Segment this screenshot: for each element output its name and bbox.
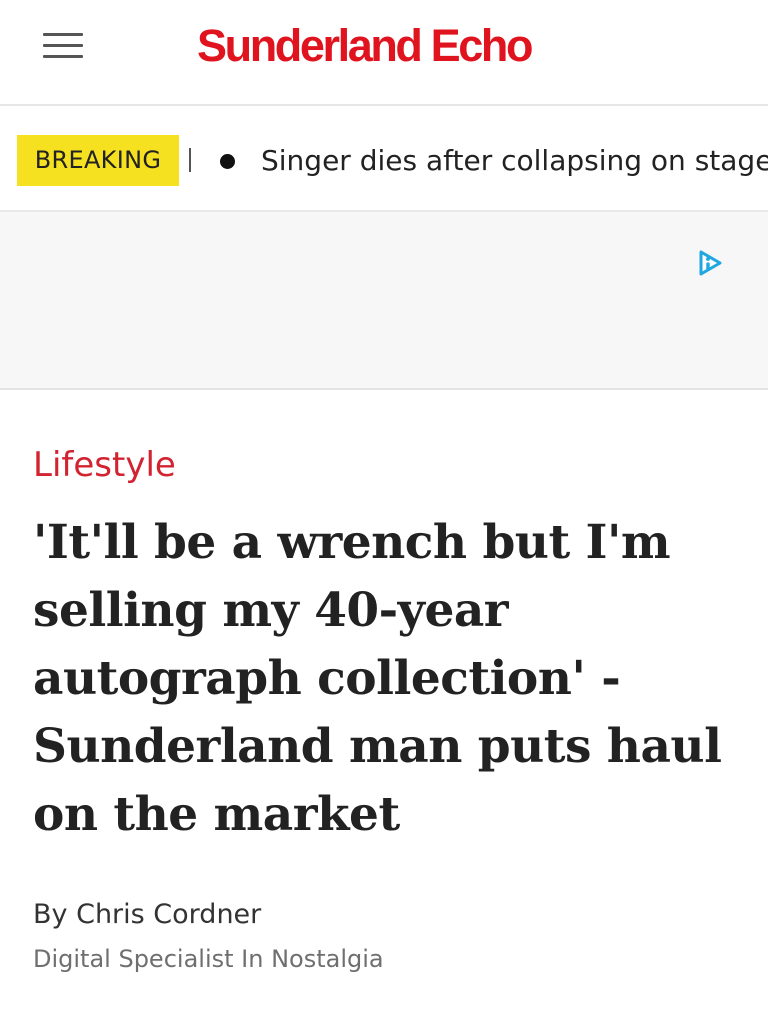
menu-line: [43, 33, 83, 36]
byline-prefix: By: [33, 899, 77, 930]
author-link[interactable]: Chris Cordner: [76, 899, 261, 930]
hamburger-menu-icon[interactable]: [43, 31, 83, 59]
bullet-dot-icon: [220, 154, 235, 169]
author-role: Digital Specialist In Nostalgia: [33, 945, 384, 973]
breaking-news-bar: BREAKING Singer dies after collapsing on…: [0, 106, 768, 212]
category-link[interactable]: Lifestyle: [33, 442, 176, 488]
breaking-divider: [189, 148, 191, 172]
menu-line: [43, 55, 83, 58]
breaking-label: BREAKING: [17, 135, 179, 186]
site-header: Sunderland Echo: [0, 0, 768, 106]
breaking-headline-link[interactable]: Singer dies after collapsing on stage: [261, 135, 768, 186]
menu-line: [43, 44, 83, 47]
adchoices-icon[interactable]: [695, 248, 725, 278]
site-logo[interactable]: Sunderland Echo: [197, 18, 533, 74]
byline: By Chris Cordner: [33, 896, 261, 934]
advertisement-slot: [0, 212, 768, 390]
article-headline: 'It'll be a wrench but I'm selling my 40…: [33, 515, 722, 842]
